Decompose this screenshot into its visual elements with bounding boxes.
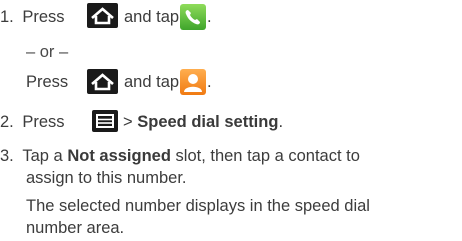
contacts-app-icon: [180, 69, 206, 95]
phone-app-icon: [180, 4, 206, 30]
step-text: Press: [22, 8, 65, 26]
step-3-continuation: assign to this number.: [26, 169, 187, 187]
step-number: 2.: [0, 113, 14, 131]
step-text: .: [207, 73, 212, 91]
home-key-icon: [87, 69, 118, 94]
step-2-target: > Speed dial setting.: [123, 112, 283, 132]
note-line-2: number area.: [26, 219, 125, 237]
step-number: 3.: [0, 147, 14, 165]
step-text: Press: [26, 73, 69, 91]
step-text: and tap: [124, 73, 180, 91]
slot-label: Not assigned: [67, 147, 171, 165]
home-key-icon: [87, 3, 118, 28]
step-text: Tap a: [22, 147, 63, 165]
or-separator: – or –: [26, 43, 69, 61]
note-line-1: The selected number displays in the spee…: [26, 197, 370, 215]
step-1-text: 1. Press: [0, 7, 65, 27]
step-3-text: 3. Tap a Not assigned slot, then tap a c…: [0, 146, 360, 166]
menu-key-icon: [92, 110, 118, 132]
step-text: .: [207, 8, 212, 26]
step-number: 1.: [0, 8, 14, 26]
menu-target-label: Speed dial setting: [137, 113, 279, 131]
menu-path-separator: >: [123, 113, 133, 131]
step-text: .: [278, 113, 284, 131]
step-text: Press: [22, 113, 65, 131]
step-text: and tap: [124, 8, 180, 26]
step-2-text: 2. Press: [0, 112, 65, 132]
step-text: slot, then tap a contact to: [170, 147, 360, 165]
